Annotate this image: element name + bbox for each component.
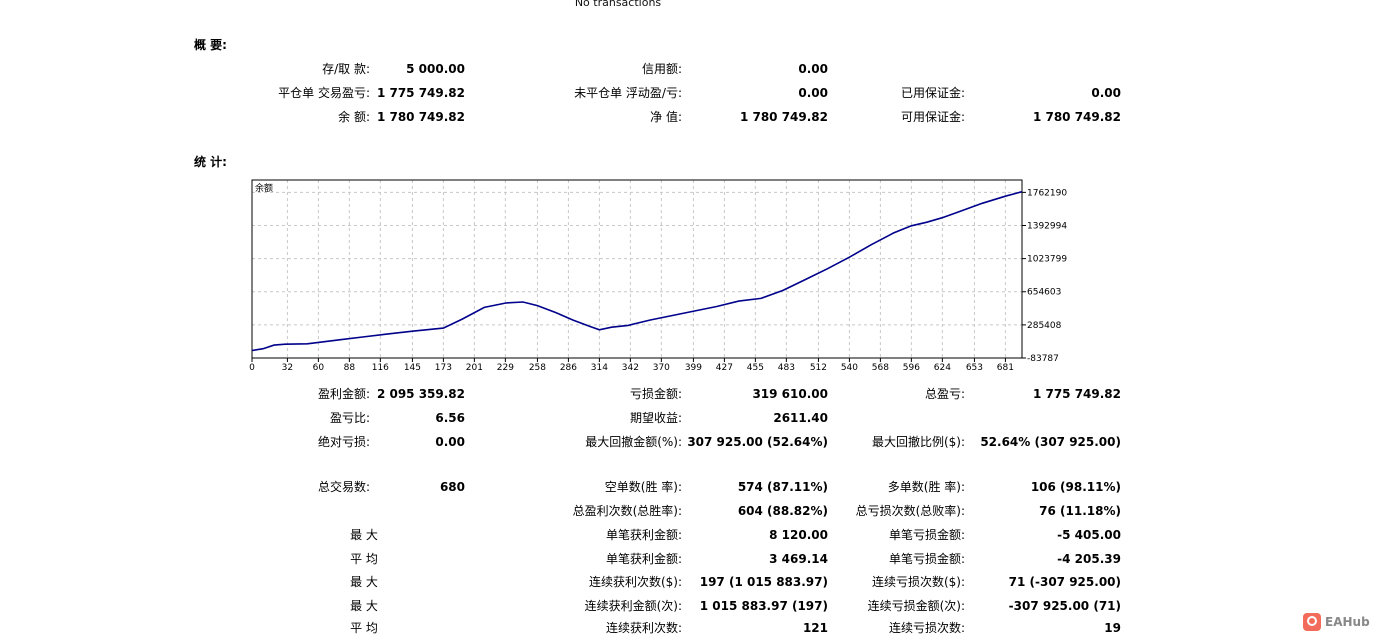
stats-value: 1 015 883.97 (197): [699, 599, 828, 613]
stats-value: 8 120.00: [769, 528, 828, 542]
x-tick-label: 427: [716, 363, 733, 373]
stats-value: 574 (87.11%): [737, 480, 828, 494]
x-tick-label: 540: [841, 363, 858, 373]
stats-label: 单笔获利金额:: [605, 528, 682, 542]
stats-value: 71 (-307 925.00): [1008, 575, 1121, 589]
x-tick-label: 399: [685, 363, 702, 373]
stats-group-label: 最 大: [350, 528, 378, 542]
stats-label: 空单数(胜 率):: [604, 480, 682, 494]
stats-label: 亏损金额:: [629, 387, 682, 401]
x-tick-label: 286: [560, 363, 577, 373]
stats-group-label: 最 大: [350, 575, 378, 589]
stats-label: 单笔亏损金额:: [888, 528, 965, 542]
stats-label: 总盈亏:: [924, 387, 965, 401]
y-tick-label: 654603: [1027, 288, 1061, 298]
stats-value: -4 205.39: [1057, 552, 1121, 566]
x-tick-label: 653: [966, 363, 983, 373]
x-tick-label: 568: [872, 363, 889, 373]
x-tick-label: 596: [903, 363, 920, 373]
x-tick-label: 88: [344, 363, 356, 373]
stats-label: 总盈利次数(总胜率):: [572, 504, 682, 518]
stats-label: 连续获利次数:: [605, 621, 682, 635]
stats-value: 1 775 749.82: [1032, 387, 1121, 401]
x-tick-label: 624: [934, 363, 951, 373]
x-tick-label: 201: [466, 363, 483, 373]
stats-label: 总亏损次数(总败率):: [855, 504, 965, 518]
stats-value: 319 610.00: [752, 387, 828, 401]
stats-value: 19: [1104, 621, 1121, 635]
stats-label: 期望收益:: [629, 411, 682, 425]
x-tick-label: 173: [435, 363, 452, 373]
y-tick-label: 1023799: [1027, 255, 1067, 265]
x-tick-label: 483: [778, 363, 795, 373]
stats-label: 盈利金额:: [317, 387, 370, 401]
stats-label: 连续亏损次数:: [888, 621, 965, 635]
balance-chart: 0 32 60 88 116 145 173 201 229 258 286 314 342 370 399…: [249, 179, 1067, 373]
y-tick-label: 1392994: [1027, 221, 1067, 231]
x-tick-label: 60: [313, 363, 325, 373]
x-tick-label: 0: [249, 363, 255, 373]
stats-value: 604 (88.82%): [737, 504, 828, 518]
eahub-watermark: EAHub: [1303, 613, 1370, 631]
x-tick-label: 512: [810, 363, 827, 373]
x-tick-label: 229: [497, 363, 514, 373]
stats-value: -5 405.00: [1057, 528, 1121, 542]
y-tick-label: 1762190: [1027, 188, 1067, 198]
stats-label: 最大回撤比例($):: [871, 435, 965, 449]
stats-label: 连续亏损金额(次):: [867, 599, 965, 613]
stats-group-label: 平 均: [350, 621, 378, 635]
stats-value: -307 925.00 (71): [1008, 599, 1121, 613]
x-tick-label: 145: [404, 363, 421, 373]
x-tick-label: 681: [997, 363, 1014, 373]
stats-label: 总交易数:: [317, 480, 370, 494]
stats-value: 52.64% (307 925.00): [980, 435, 1121, 449]
x-tick-label: 116: [372, 363, 389, 373]
stats-value: 2611.40: [773, 411, 828, 425]
stats-label: 连续获利金额(次):: [584, 599, 682, 613]
stats-value: 307 925.00 (52.64%): [687, 435, 828, 449]
stats-value: 197 (1 015 883.97): [699, 575, 828, 589]
stats-value: 121: [802, 621, 828, 635]
y-tick-label: 285408: [1027, 321, 1062, 331]
stats-group-label: 平 均: [350, 552, 378, 566]
stats-label: 盈亏比:: [329, 411, 370, 425]
y-tick-label: -83787: [1027, 354, 1059, 364]
stats-value: 76 (11.18%): [1039, 504, 1121, 518]
stats-label: 连续亏损次数($):: [871, 575, 965, 589]
x-tick-label: 370: [653, 363, 670, 373]
stats-label: 多单数(胜 率):: [887, 480, 965, 494]
chart-frame: [251, 179, 1023, 359]
stats-value: 3 469.14: [769, 552, 828, 566]
stats-value: 2 095 359.82: [376, 387, 465, 401]
stats-label: 连续获利次数($):: [588, 575, 682, 589]
stats-value: 680: [439, 480, 465, 494]
x-tick-label: 32: [282, 363, 293, 373]
stats-label: 最大回撤金额(%):: [585, 435, 682, 449]
stats-value: 0.00: [435, 435, 465, 449]
stats-label: 单笔获利金额:: [605, 552, 682, 566]
x-tick-label: 455: [747, 363, 764, 373]
x-tick-label: 258: [529, 363, 546, 373]
stats-label: 绝对亏损:: [317, 435, 370, 449]
eahub-logo-icon: [1303, 613, 1321, 631]
watermark-text: EAHub: [1325, 615, 1370, 629]
x-tick-label: 314: [591, 363, 608, 373]
stats-label: 单笔亏损金额:: [888, 552, 965, 566]
stats-group-label: 最 大: [350, 599, 378, 613]
stats-value: 6.56: [435, 411, 465, 425]
stats-value: 106 (98.11%): [1030, 480, 1121, 494]
x-tick-label: 342: [622, 363, 639, 373]
chart-title: 余额: [255, 182, 273, 194]
